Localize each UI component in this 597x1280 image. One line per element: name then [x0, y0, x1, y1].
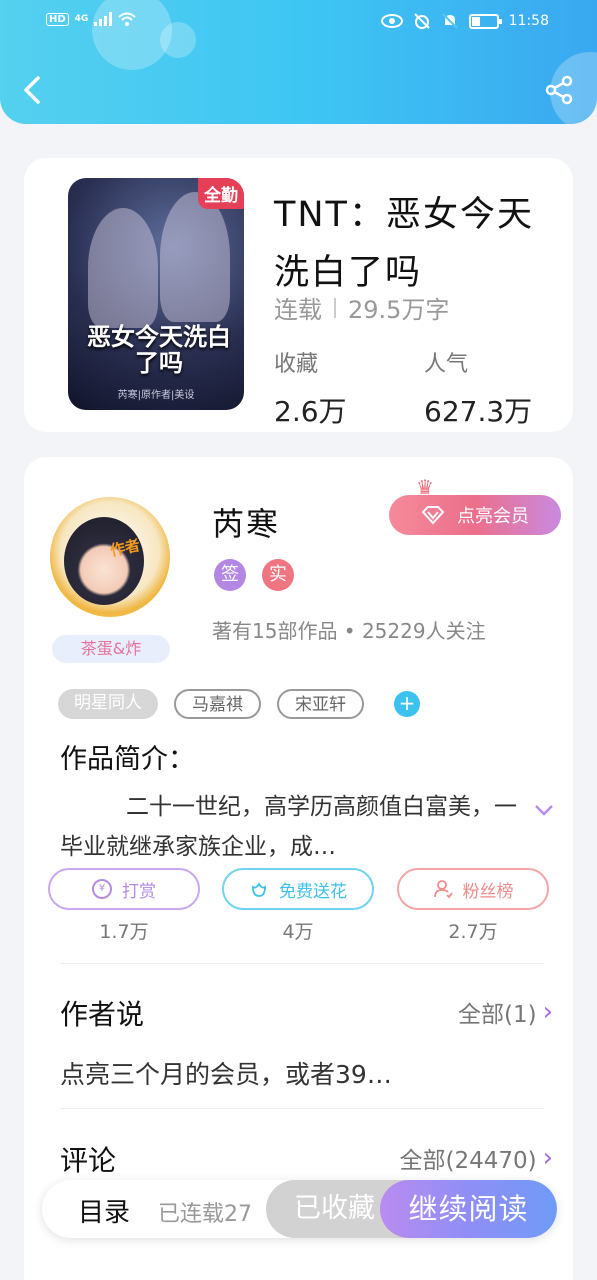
fans-icon	[433, 880, 453, 899]
book-cover[interactable]: 全勤 恶女今天洗白了吗 芮寒|原作者|美设	[68, 178, 244, 410]
share-button[interactable]	[543, 74, 575, 106]
tag-item[interactable]: 马嘉祺	[174, 689, 261, 719]
word-count: 29.5万字	[348, 296, 450, 324]
cover-title: 恶女今天洗白了吗	[87, 323, 231, 377]
favorites-value: 2.6万	[274, 395, 347, 428]
verified-badge: 实	[262, 559, 294, 591]
hd-indicator: HD	[46, 12, 69, 26]
status-time: 11:58	[508, 13, 549, 29]
author-avatar[interactable]: 作者	[50, 497, 170, 617]
vip-button-label: 点亮会员	[457, 506, 529, 527]
tip-label: 打赏	[122, 881, 156, 902]
divider	[334, 297, 336, 318]
serial-status: 连载	[274, 296, 322, 324]
book-detail-card: 作者 茶蛋&炸 芮寒 ♛ 点亮会员 签 实 著有15部作品 • 25229人关注…	[24, 457, 573, 1280]
fans-ranking-button[interactable]: 粉丝榜	[397, 868, 549, 910]
popularity-label: 人气	[424, 352, 469, 377]
send-flower-button[interactable]: 免费送花	[222, 868, 374, 910]
battery-icon	[468, 13, 502, 29]
comments-more-label: 全部(24470)	[399, 1148, 537, 1174]
catalog-button[interactable]: 目录	[78, 1192, 130, 1229]
author-says-text[interactable]: 点亮三个月的会员，或者39…	[60, 1055, 392, 1091]
favorites-label: 收藏	[274, 352, 319, 377]
add-tag-button[interactable]: +	[394, 691, 420, 717]
app-header: HD 4G 11:58	[0, 0, 597, 124]
book-info-card: 全勤 恶女今天洗白了吗 芮寒|原作者|美设 TNT：恶女今天洗白了吗 连载 29…	[24, 158, 573, 432]
divider	[60, 963, 544, 964]
comments-more[interactable]: 全部(24470) ›	[399, 1141, 553, 1175]
chapter-count: 已连载27	[158, 1202, 252, 1227]
flower-icon	[252, 882, 266, 897]
tip-count: 1.7万	[99, 921, 149, 943]
author-meta: 著有15部作品 • 25229人关注	[212, 619, 486, 643]
signed-badge: 签	[214, 559, 246, 591]
avatar-portrait	[64, 517, 144, 605]
comments-title: 评论	[60, 1144, 117, 1177]
author-says-more[interactable]: 全部(1) ›	[458, 995, 553, 1029]
tag-item[interactable]: 明星同人	[58, 689, 158, 719]
signal-icon	[94, 12, 113, 26]
book-title: TNT：恶女今天洗白了吗	[274, 195, 534, 293]
continue-reading-button[interactable]: 继续阅读	[380, 1180, 557, 1238]
flower-count: 4万	[282, 921, 314, 943]
vip-button[interactable]: 点亮会员	[389, 495, 561, 535]
network-type: 4G	[74, 14, 89, 24]
expand-chevron-icon[interactable]	[532, 801, 556, 819]
diamond-icon	[421, 506, 445, 525]
divider	[60, 1108, 544, 1109]
tag-item[interactable]: 宋亚轩	[277, 689, 364, 719]
book-status-line: 连载 29.5万字	[274, 290, 449, 325]
alarm-off-icon	[413, 13, 430, 29]
eye-icon	[380, 14, 403, 28]
bottom-action-bar: 目录 已连载27 已收藏 继续阅读	[42, 1180, 557, 1238]
cover-subtitle: 芮寒|原作者|美设	[117, 390, 195, 401]
author-name[interactable]: 芮寒	[212, 499, 280, 545]
mute-icon	[441, 13, 458, 29]
chevron-right-icon: ›	[542, 1143, 553, 1173]
popularity-value: 627.3万	[424, 395, 533, 428]
yen-icon: ¥	[92, 879, 112, 899]
wifi-icon	[118, 12, 136, 26]
fans-ranking-label: 粉丝榜	[462, 881, 514, 902]
fans-count: 2.7万	[448, 921, 498, 943]
author-says-title: 作者说	[60, 998, 145, 1031]
nickname-badge: 茶蛋&炸	[52, 635, 170, 663]
cover-figure	[88, 208, 158, 328]
tag-list: 明星同人 马嘉祺 宋亚轩 +	[58, 689, 420, 719]
chevron-right-icon: ›	[542, 997, 553, 1027]
cover-figure	[160, 192, 230, 322]
back-button[interactable]	[18, 72, 48, 108]
tip-button[interactable]: ¥ 打赏	[48, 868, 200, 910]
intro-text: 二十一世纪，高学历高颜值白富美，一毕业就继承家族企业，成…	[60, 794, 517, 860]
status-bar: HD 4G 11:58	[0, 8, 597, 36]
send-flower-label: 免费送花	[279, 881, 347, 902]
intro-heading: 作品简介：	[60, 744, 195, 775]
author-says-more-label: 全部(1)	[458, 1002, 537, 1028]
full-attendance-badge: 全勤	[198, 178, 244, 209]
